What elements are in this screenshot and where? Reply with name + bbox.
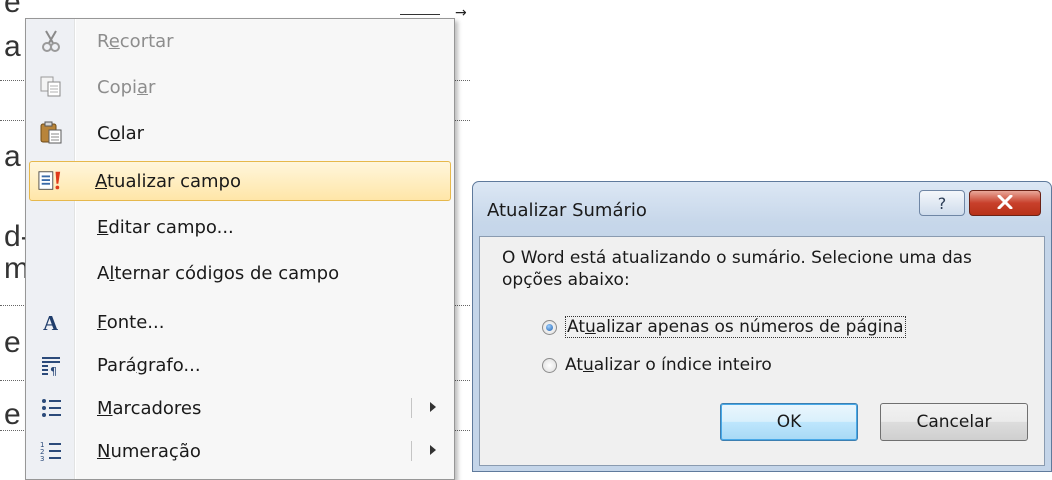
dialog-title: Atualizar Sumário <box>487 200 647 221</box>
menu-item-copy[interactable]: Copiar <box>29 67 451 107</box>
tab-arrow-icon: → <box>455 5 467 21</box>
help-icon: ? <box>937 193 947 213</box>
paragraph-icon: ¶ <box>39 353 63 377</box>
radio-unchecked[interactable] <box>542 357 557 373</box>
submenu-arrow-icon <box>430 445 436 455</box>
radio-label: Atualizar apenas os números de página <box>565 316 906 338</box>
ok-button[interactable]: OK <box>720 403 858 441</box>
update-toc-dialog: Atualizar Sumário ? O Word está atualiza… <box>472 181 1052 472</box>
update-field-icon <box>38 169 62 193</box>
menu-item-toggle-field-codes[interactable]: Alternar códigos de campo <box>29 253 451 293</box>
document-text-fragment: a <box>4 30 21 63</box>
numbering-icon: 1 2 3 <box>39 439 63 463</box>
copy-icon <box>39 75 63 99</box>
submenu-arrow-icon <box>430 402 436 412</box>
document-text-fragment: e <box>4 326 21 359</box>
dialog-message: O Word está atualizando o sumário. Selec… <box>502 248 972 290</box>
menu-item-label: Parágrafo... <box>97 354 201 376</box>
close-button[interactable] <box>969 190 1041 216</box>
scissors-icon <box>39 29 63 53</box>
cancel-button[interactable]: Cancelar <box>880 403 1028 441</box>
option-update-page-numbers[interactable]: Atualizar apenas os números de página <box>542 315 906 339</box>
menu-item-paragraph[interactable]: ¶ Parágrafo... <box>29 345 451 385</box>
menu-item-label: Fonte... <box>97 311 165 333</box>
menu-item-label: Copiar <box>97 76 156 98</box>
menu-item-label: Numeração <box>97 440 201 462</box>
menu-item-label: Atualizar campo <box>95 170 241 192</box>
menu-item-label: Recortar <box>97 30 174 52</box>
menu-item-paste[interactable]: Colar <box>29 113 451 153</box>
radio-label: Atualizar o índice inteiro <box>565 355 772 375</box>
svg-text:¶: ¶ <box>50 365 57 376</box>
menu-item-label: Colar <box>97 122 145 144</box>
bullets-icon <box>39 396 63 420</box>
document-text-fragment: e <box>4 398 21 431</box>
svg-text:A: A <box>43 311 59 333</box>
svg-text:3: 3 <box>40 455 44 462</box>
paste-icon <box>39 121 63 145</box>
document-text-fragment: e <box>4 0 21 19</box>
menu-item-font[interactable]: A Fonte... <box>29 302 451 342</box>
menu-item-edit-field[interactable]: Editar campo... <box>29 207 451 247</box>
submenu-separator <box>411 398 412 418</box>
help-button[interactable]: ? <box>919 190 965 216</box>
menu-item-bullets[interactable]: Marcadores <box>29 388 451 428</box>
document-text-fragment: a <box>4 140 21 173</box>
context-menu: Recortar Copiar Colar Atualizar campo Ed… <box>25 18 455 480</box>
menu-item-cut[interactable]: Recortar <box>29 21 451 61</box>
menu-item-label: Alternar códigos de campo <box>97 262 340 284</box>
document-tab-marker <box>400 14 440 15</box>
close-icon <box>997 194 1013 213</box>
dialog-body: O Word está atualizando o sumário. Selec… <box>479 236 1045 466</box>
radio-checked[interactable] <box>542 319 557 335</box>
menu-item-numbering[interactable]: 1 2 3 Numeração <box>29 431 451 471</box>
font-icon: A <box>39 310 63 334</box>
menu-item-label: Editar campo... <box>97 216 234 238</box>
menu-item-label: Marcadores <box>97 397 202 419</box>
menu-item-update-field[interactable]: Atualizar campo <box>29 161 451 201</box>
submenu-separator <box>411 441 412 461</box>
option-update-entire-table[interactable]: Atualizar o índice inteiro <box>542 353 772 377</box>
